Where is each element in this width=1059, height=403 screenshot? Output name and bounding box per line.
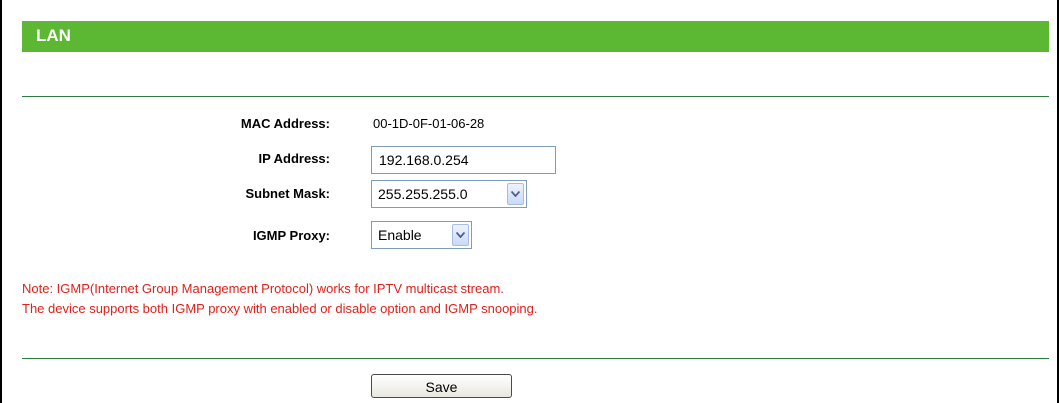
subnet-mask-select[interactable]: 255.255.255.0 <box>371 180 527 208</box>
subnet-mask-label: Subnet Mask: <box>245 186 330 201</box>
ip-address-label: IP Address: <box>258 151 330 166</box>
ip-address-input[interactable] <box>371 146 556 174</box>
bottom-divider <box>22 358 1049 359</box>
section-header: LAN <box>22 21 1049 52</box>
igmp-proxy-label: IGMP Proxy: <box>252 228 330 243</box>
chevron-down-icon[interactable] <box>507 183 524 205</box>
mac-address-value: 00-1D-0F-01-06-28 <box>373 116 485 131</box>
top-divider <box>22 96 1049 97</box>
igmp-proxy-select[interactable]: Enable <box>371 221 472 249</box>
section-title: LAN <box>36 26 71 45</box>
save-button[interactable]: Save <box>371 374 512 398</box>
chevron-down-icon[interactable] <box>452 224 469 246</box>
page-frame: LAN MAC Address: 00-1D-0F-01-06-28 IP Ad… <box>0 0 1059 403</box>
subnet-mask-selected-value: 255.255.255.0 <box>378 186 468 202</box>
mac-address-label: MAC Address: <box>240 116 330 131</box>
igmp-note-line-2: The device supports both IGMP proxy with… <box>22 301 538 316</box>
igmp-note-line-1: Note: IGMP(Internet Group Management Pro… <box>22 281 504 296</box>
igmp-proxy-selected-value: Enable <box>378 227 422 243</box>
